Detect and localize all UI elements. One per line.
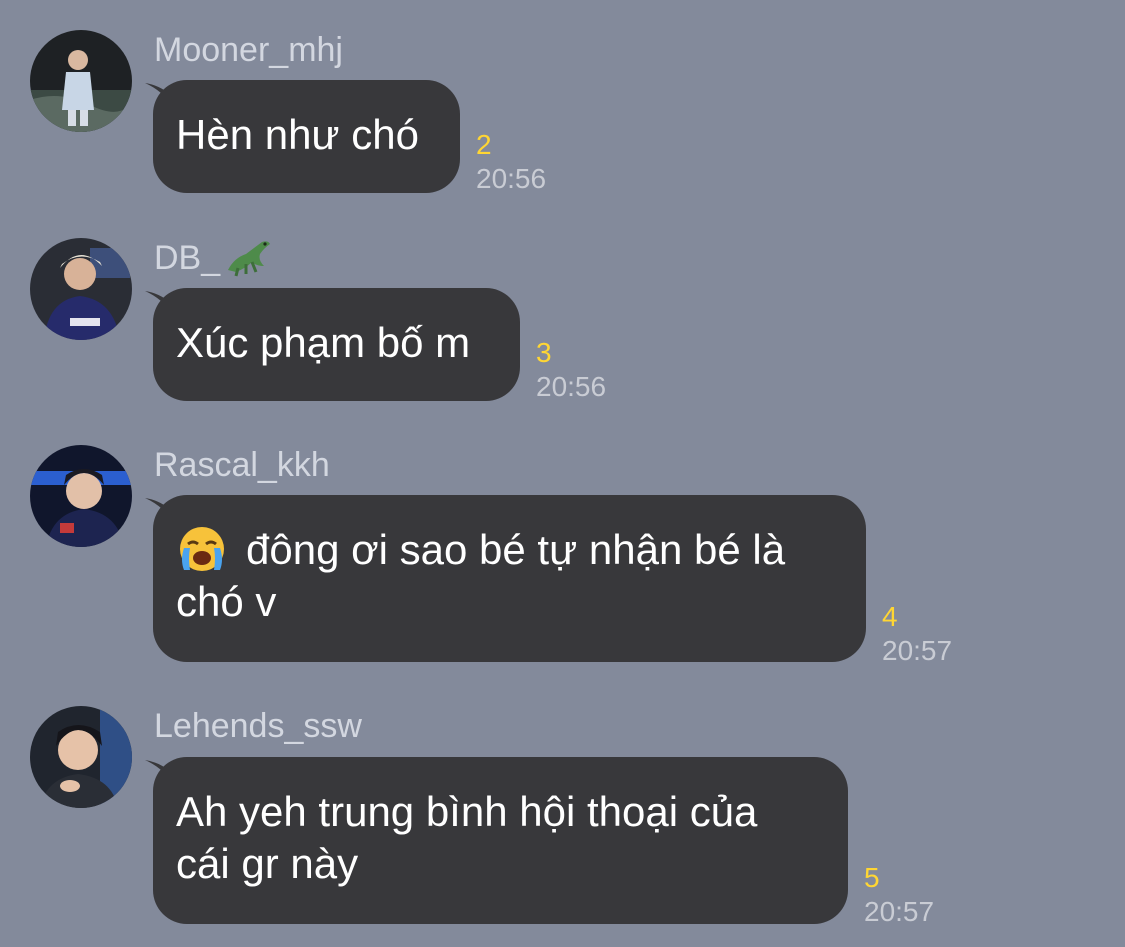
sender-name: DB_ bbox=[154, 238, 274, 278]
timestamp: 20:57 bbox=[864, 896, 935, 927]
message-text-line-2: cái gr này bbox=[176, 840, 359, 887]
message-meta: 3 20:56 bbox=[536, 336, 606, 404]
timestamp: 20:56 bbox=[536, 371, 607, 402]
sender-name: Mooner_mhj bbox=[154, 31, 343, 69]
read-count: 3 bbox=[536, 337, 552, 368]
avatar[interactable] bbox=[30, 30, 132, 132]
bubble-tail bbox=[145, 760, 173, 784]
message-bubble[interactable]: Ah yeh trung bình hội thoại của cái gr n… bbox=[145, 757, 848, 924]
timestamp: 20:57 bbox=[882, 635, 953, 666]
read-count: 5 bbox=[864, 862, 880, 893]
bubble-tail bbox=[145, 291, 173, 315]
message-text: đông ơi sao bé tự nhận bé là chó v bbox=[176, 524, 844, 628]
timestamp: 20:56 bbox=[476, 163, 547, 194]
loudly-crying-face-icon bbox=[180, 527, 224, 571]
read-count: 2 bbox=[476, 129, 492, 160]
read-count: 4 bbox=[882, 601, 898, 632]
bubble-tail bbox=[145, 498, 173, 522]
message-text: Xúc phạm bố m bbox=[176, 319, 471, 366]
avatar[interactable] bbox=[30, 706, 132, 808]
crocodile-icon bbox=[228, 241, 271, 277]
avatar[interactable] bbox=[30, 445, 132, 547]
message-meta: 4 20:57 bbox=[882, 600, 952, 668]
message-text-line-1: đông ơi sao bé tự nhận bé là bbox=[246, 526, 786, 573]
message-meta: 2 20:56 bbox=[476, 128, 546, 196]
message-bubble[interactable]: Xúc phạm bố m bbox=[145, 288, 520, 401]
sender-name-text: DB_ bbox=[154, 239, 221, 277]
bubble-tail bbox=[145, 83, 173, 107]
avatar[interactable] bbox=[30, 238, 132, 340]
message-bubble[interactable]: đông ơi sao bé tự nhận bé là chó v bbox=[145, 495, 866, 662]
message-text: Ah yeh trung bình hội thoại của cái gr n… bbox=[176, 786, 826, 890]
message-text-line-1: Ah yeh trung bình hội thoại của bbox=[176, 788, 758, 835]
sender-name: Rascal_kkh bbox=[154, 446, 330, 484]
sender-name: Lehends_ssw bbox=[154, 707, 362, 745]
message-text-line-2: chó v bbox=[176, 578, 277, 625]
message-text: Hèn như chó bbox=[176, 111, 419, 158]
message-bubble[interactable]: Hèn như chó bbox=[145, 80, 460, 193]
message-meta: 5 20:57 bbox=[864, 861, 934, 929]
